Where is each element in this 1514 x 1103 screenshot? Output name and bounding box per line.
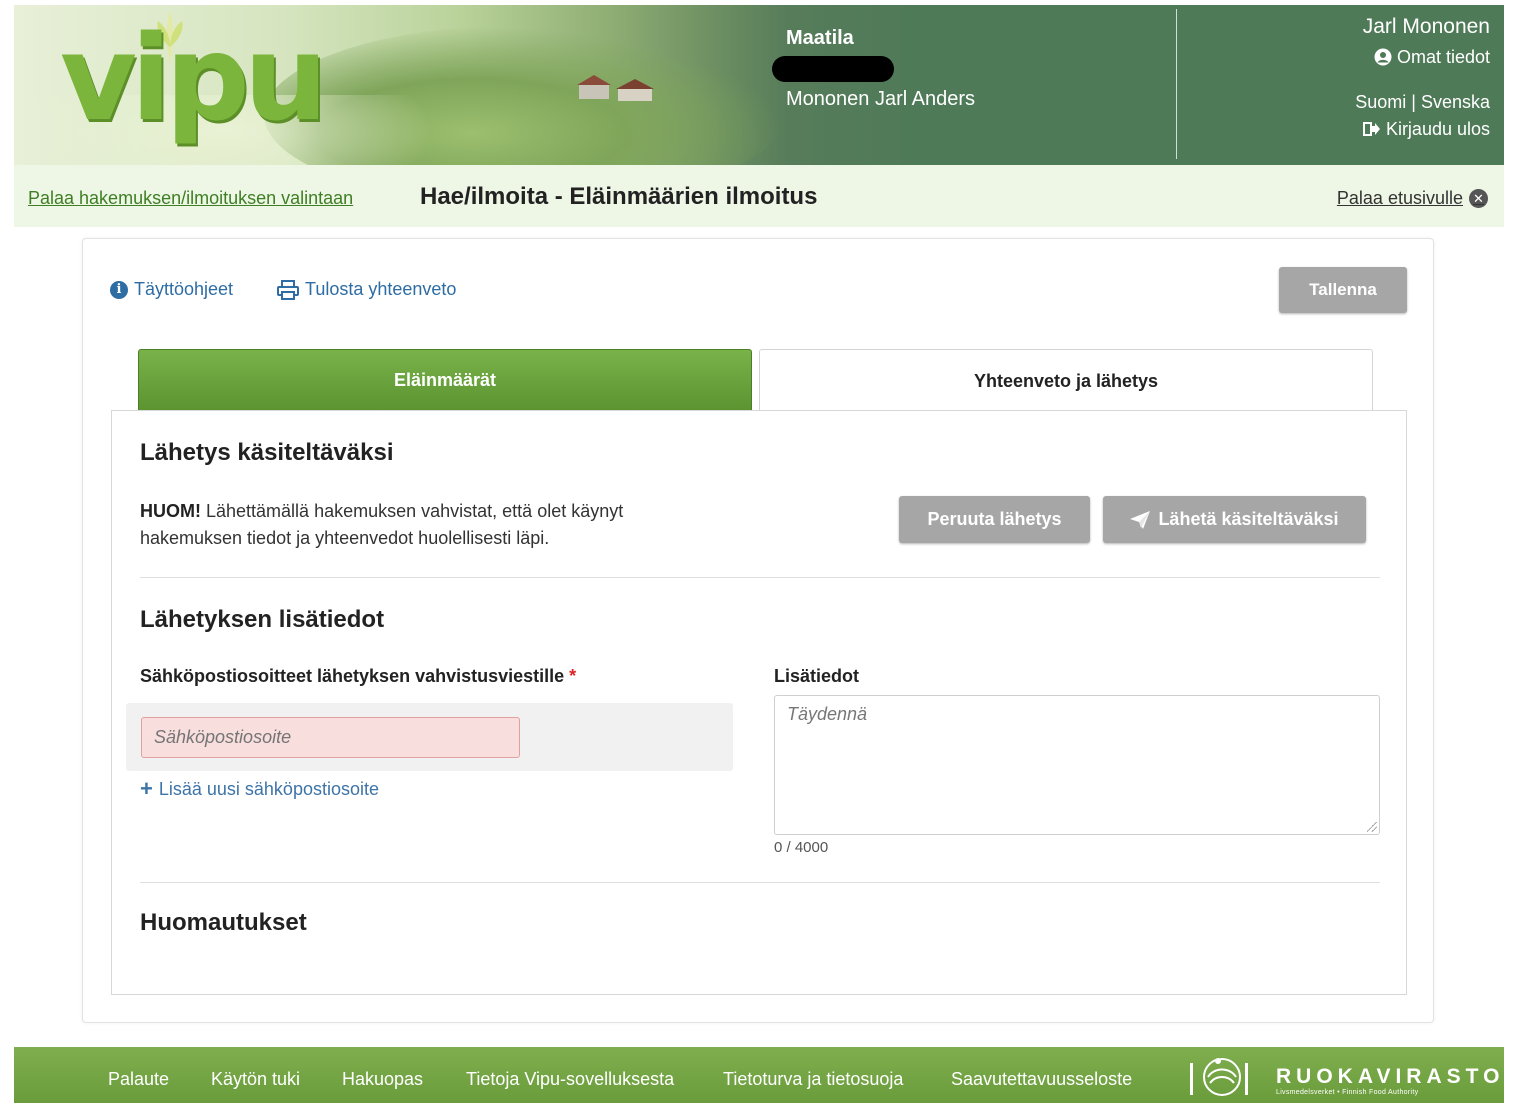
user-name: Jarl Mononen — [1362, 15, 1490, 38]
info-icon: i — [110, 280, 128, 299]
app-header: vipu Maatila Mononen Jarl Anders Jarl Mo… — [14, 5, 1504, 165]
farmhouse-illustration — [577, 75, 654, 101]
submit-section-title: Lähetys käsiteltäväksi — [140, 439, 394, 466]
logout-label: Kirjaudu ulos — [1385, 119, 1490, 139]
app-footer: Palaute Käytön tuki Hakuopas Tietoja Vip… — [14, 1047, 1504, 1103]
notice-bold: HUOM! — [140, 501, 201, 521]
footer-link-guide[interactable]: Hakuopas — [342, 1069, 423, 1090]
user-box: Jarl Mononen Omat tiedot Suomi | Svenska… — [1355, 15, 1490, 140]
paper-plane-icon — [1130, 510, 1151, 529]
farm-owner-name: Mononen Jarl Anders — [786, 88, 976, 110]
footer-link-privacy[interactable]: Tietoturva ja tietosuoja — [723, 1069, 903, 1090]
resize-handle-icon[interactable] — [1367, 822, 1377, 832]
cancel-submit-label: Peruuta lähetys — [927, 509, 1062, 529]
submit-notice: HUOM! Lähettämällä hakemuksen vahvistat,… — [140, 498, 680, 552]
lang-finnish[interactable]: Suomi — [1355, 92, 1406, 112]
tab-animal-counts[interactable]: Eläinmäärät — [138, 349, 752, 411]
logo-text: vipu — [60, 9, 328, 147]
plus-icon: + — [140, 776, 153, 801]
email-label-text: Sähköpostiosoitteet lähetyksen vahvistus… — [140, 666, 565, 686]
profile-link-label: Omat tiedot — [1396, 47, 1490, 67]
send-for-processing-button[interactable]: Lähetä käsiteltäväksi — [1103, 496, 1366, 543]
send-label: Lähetä käsiteltäväksi — [1158, 509, 1339, 529]
header-divider — [1176, 9, 1177, 159]
vipu-logo[interactable]: vipu — [54, 7, 354, 165]
back-to-home-link[interactable]: Palaa etusivulle ✕ — [1337, 188, 1488, 209]
lang-swedish[interactable]: Svenska — [1421, 92, 1490, 112]
cancel-submit-button[interactable]: Peruuta lähetys — [899, 496, 1090, 543]
ruokavirasto-emblem-icon — [1190, 1058, 1248, 1096]
instructions-link[interactable]: i Täyttöohjeet — [110, 279, 233, 300]
footer-link-accessibility[interactable]: Saavutettavuusseloste — [951, 1069, 1132, 1090]
required-marker: * — [569, 666, 577, 686]
char-counter: 0 / 4000 — [774, 839, 829, 856]
application-card: i Täyttöohjeet Tulosta yhteenveto Tallen… — [82, 238, 1434, 1023]
footer-link-support[interactable]: Käytön tuki — [211, 1069, 300, 1090]
printer-icon — [277, 279, 299, 300]
email-row — [126, 703, 733, 771]
language-switch: Suomi | Svenska — [1355, 92, 1490, 113]
footer-link-about[interactable]: Tietoja Vipu-sovelluksesta — [466, 1069, 674, 1090]
farm-info: Maatila Mononen Jarl Anders — [772, 27, 975, 111]
ruokavirasto-logo-text: RUOKAVIRASTO — [1276, 1065, 1505, 1088]
print-summary-link[interactable]: Tulosta yhteenveto — [277, 279, 456, 300]
back-to-selection-link[interactable]: Palaa hakemuksen/ilmoituksen valintaan — [28, 188, 353, 209]
user-circle-icon — [1374, 48, 1392, 66]
add-email-label: Lisää uusi sähköpostiosoite — [158, 778, 379, 799]
sub-header: Palaa hakemuksen/ilmoituksen valintaan H… — [14, 165, 1504, 227]
section-divider — [140, 882, 1380, 883]
logout-link[interactable]: Kirjaudu ulos — [1355, 119, 1490, 140]
profile-link[interactable]: Omat tiedot — [1355, 47, 1490, 68]
info-field-label: Lisätiedot — [774, 666, 860, 686]
home-link-label: Palaa etusivulle — [1336, 188, 1463, 208]
redacted-farm-id — [772, 56, 894, 82]
notice-text: Lähettämällä hakemuksen vahvistat, että … — [140, 501, 624, 548]
ruokavirasto-subtitle: Livsmedelsverket • Finnish Food Authorit… — [1276, 1089, 1419, 1096]
print-label: Tulosta yhteenveto — [305, 279, 457, 299]
footer-link-feedback[interactable]: Palaute — [108, 1069, 169, 1090]
tab-panel: Lähetys käsiteltäväksi HUOM! Lähettämäll… — [111, 410, 1407, 995]
email-input[interactable] — [141, 717, 520, 758]
tab-summary-and-submit[interactable]: Yhteenveto ja lähetys — [759, 349, 1373, 413]
farm-title: Maatila — [786, 27, 854, 49]
add-email-link[interactable]: + Lisää uusi sähköpostiosoite — [140, 778, 379, 800]
notes-section-title: Huomautukset — [140, 909, 307, 936]
save-button[interactable]: Tallenna — [1279, 267, 1407, 313]
instructions-label: Täyttöohjeet — [134, 279, 234, 299]
section-divider — [140, 577, 1380, 578]
lang-separator: | — [1411, 92, 1416, 112]
textarea-placeholder: Täydennä — [787, 704, 868, 724]
close-circle-icon: ✕ — [1469, 189, 1488, 208]
page-title: Hae/ilmoita - Eläinmäärien ilmoitus — [420, 183, 818, 210]
sign-out-icon — [1362, 122, 1380, 136]
email-field-label: Sähköpostiosoitteet lähetyksen vahvistus… — [140, 666, 576, 687]
details-section-title: Lähetyksen lisätiedot — [140, 606, 385, 633]
additional-info-textarea[interactable]: Täydennä — [774, 695, 1380, 835]
